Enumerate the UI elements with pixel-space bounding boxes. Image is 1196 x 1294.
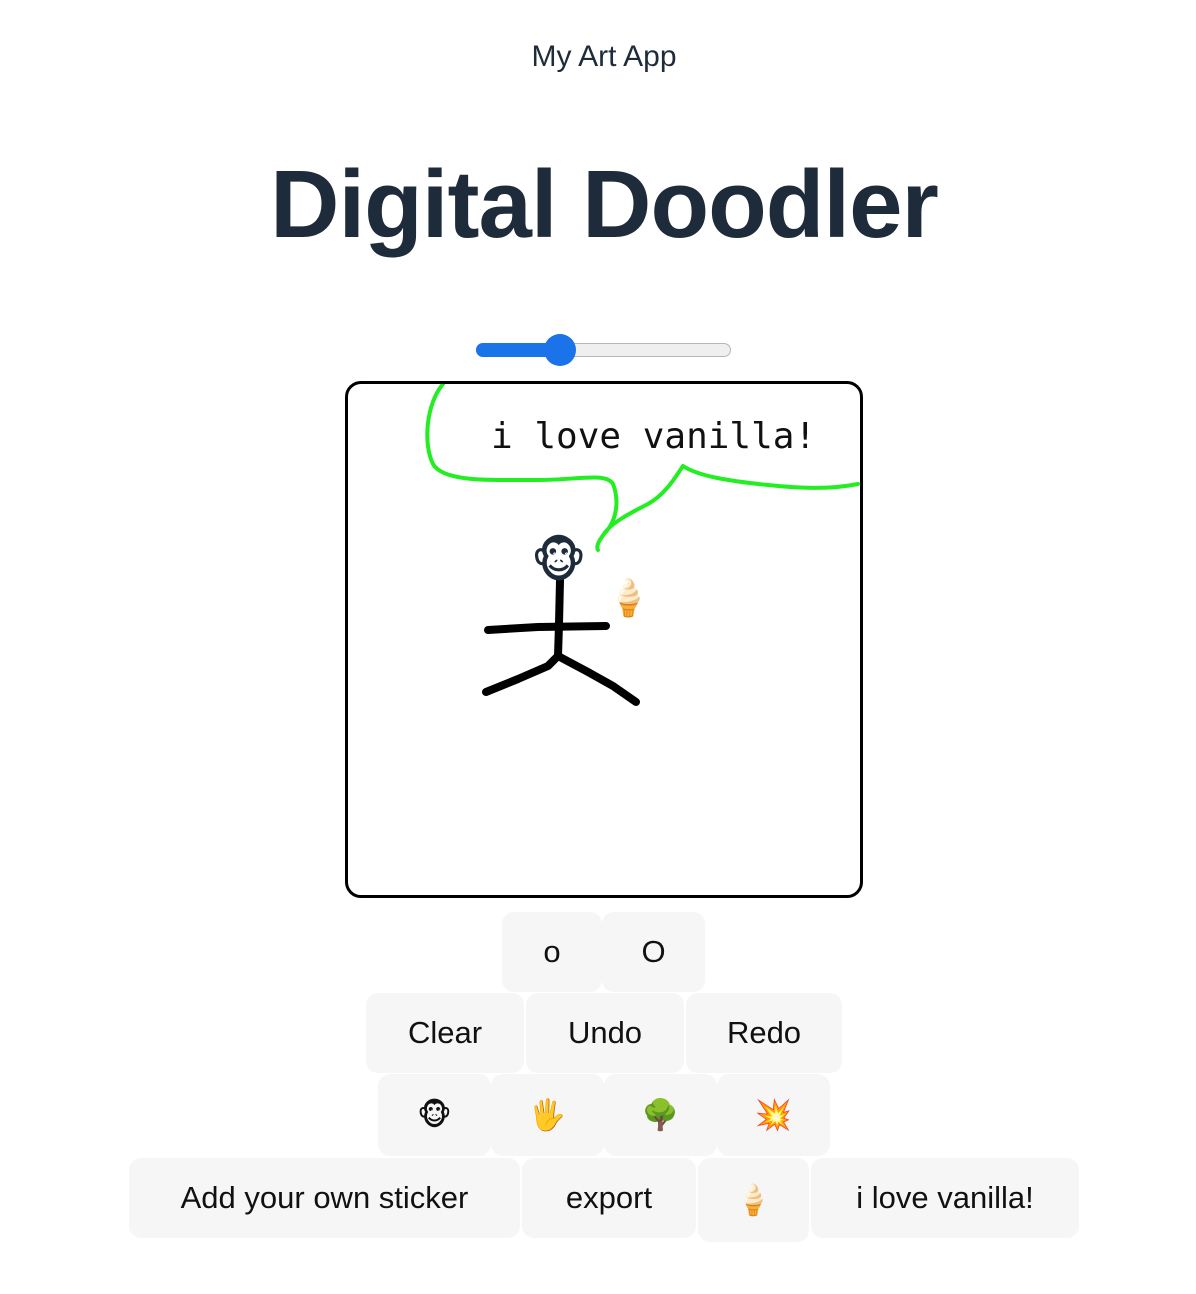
monkey-sticker-button[interactable]: 🐵 [378, 1074, 491, 1156]
tree-sticker-button[interactable]: 🌳 [604, 1074, 717, 1156]
hand-sticker-button[interactable]: 🖐 [491, 1074, 604, 1156]
small-brush-button[interactable]: o [502, 912, 602, 992]
drawing-canvas[interactable]: i love vanilla! 🐵 🍦 [345, 381, 863, 898]
canvas-text-stamp: i love vanilla! [491, 416, 817, 457]
speech-bubble-stroke [425, 384, 860, 552]
slider-thumb[interactable] [544, 334, 576, 366]
stick-figure-arms [484, 622, 610, 634]
app-name: My Art App [531, 40, 677, 73]
brush-size-slider[interactable] [476, 334, 731, 366]
add-sticker-button[interactable]: Add your own sticker [129, 1158, 520, 1238]
ice-cream-sticker-button[interactable]: 🍦 [698, 1158, 809, 1242]
monkey-sticker: 🐵 [531, 533, 587, 589]
export-button[interactable]: export [522, 1158, 696, 1238]
ice-cream-sticker: 🍦 [606, 578, 651, 619]
page-title: Digital Doodler [270, 151, 939, 258]
redo-button[interactable]: Redo [686, 993, 842, 1073]
collision-sticker-button[interactable]: 💥 [717, 1074, 830, 1156]
undo-button[interactable]: Undo [526, 993, 684, 1073]
large-brush-button[interactable]: O [602, 912, 705, 992]
drawing-strokes [425, 384, 860, 706]
stick-figure-body [482, 576, 564, 696]
stick-figure-right-leg [554, 652, 640, 706]
custom-text-sticker-button[interactable]: i love vanilla! [811, 1158, 1079, 1238]
clear-button[interactable]: Clear [366, 993, 524, 1073]
